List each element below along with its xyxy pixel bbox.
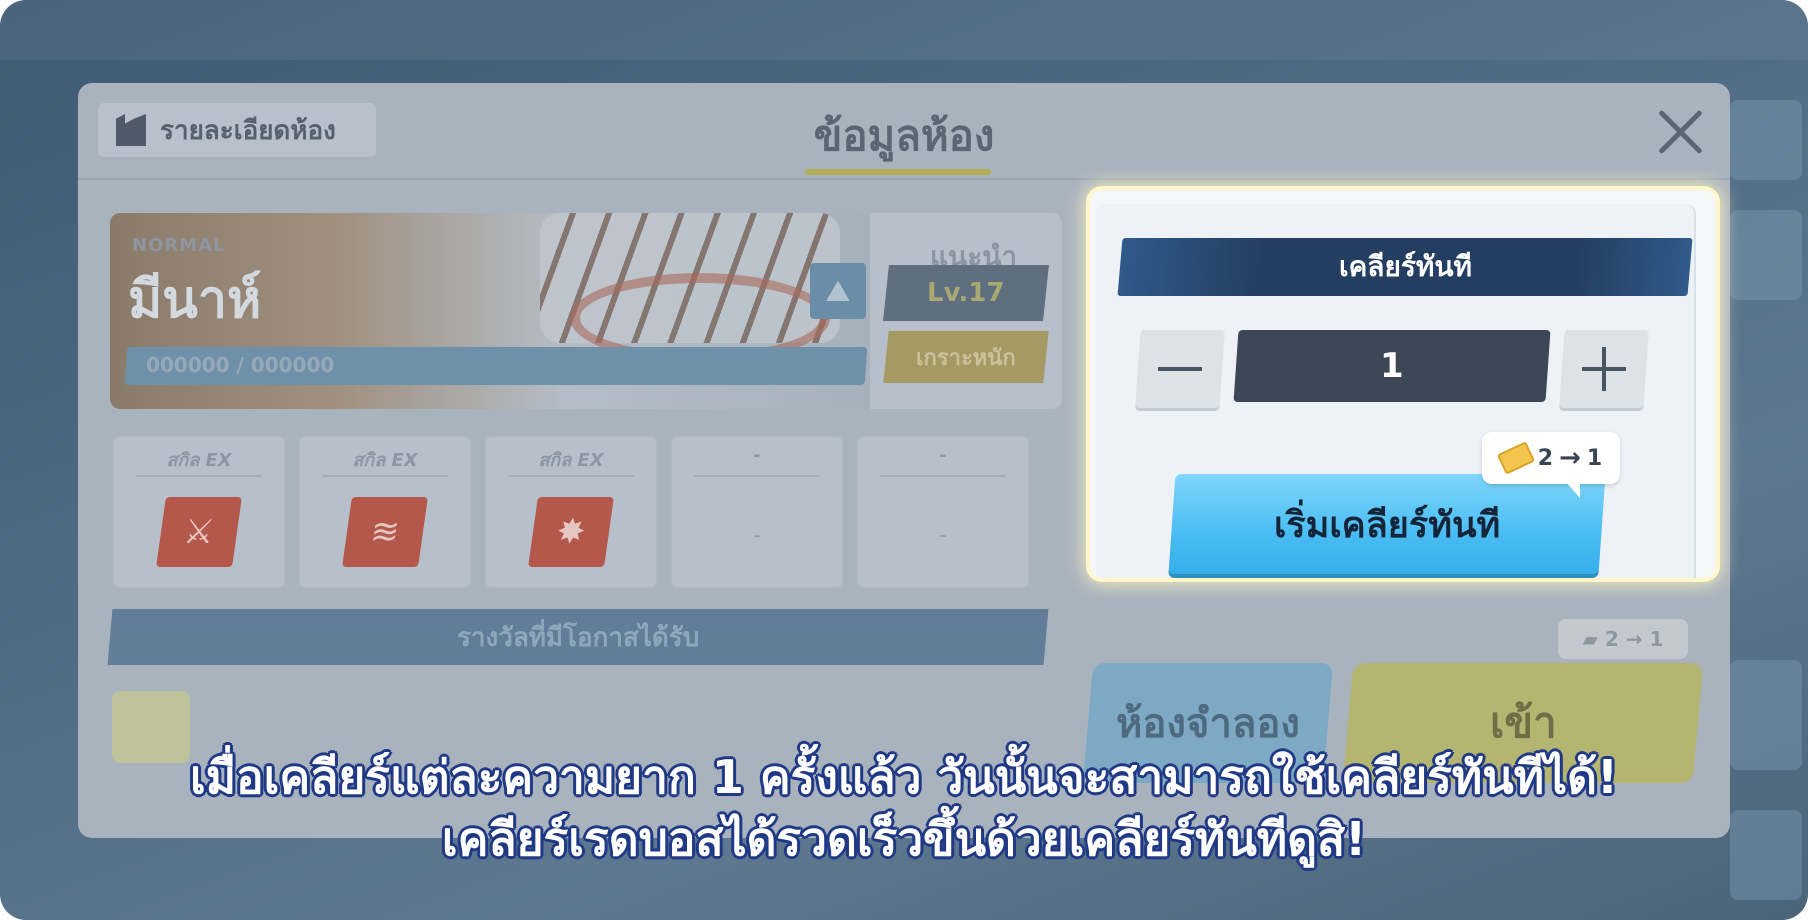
arrow-right-icon: → (1625, 627, 1643, 651)
cost-to: 1 (1586, 445, 1603, 471)
skill-divider (322, 475, 448, 477)
quick-clear-panel: เคลียร์ทันที 1 เริ่มเคลียร์ทันที 2 → 1 (1090, 190, 1716, 578)
boss-card: NORMAL มีนาห์ 000000 / 000000 ⛰ แนะนำ Lv… (110, 213, 1062, 409)
cost-from: 2 (1537, 445, 1554, 471)
title-underline (805, 169, 991, 175)
tutorial-caption: เมื่อเคลียร์แต่ละความยาก 1 ครั้งแล้ว วัน… (0, 746, 1808, 870)
skill-divider (694, 475, 820, 477)
arrow-right-icon: → (1559, 443, 1581, 473)
caption-line-2: เคลียร์เรดบอสได้รวดเร็วขึ้นด้วยเคลียร์ทั… (441, 812, 1367, 866)
difficulty-label: NORMAL (132, 235, 226, 256)
quick-clear-header: เคลียร์ทันที (1117, 238, 1693, 296)
terrain-icon[interactable]: ⛰ (810, 263, 866, 319)
skill-slot[interactable]: สกิล EX ≋ (298, 435, 472, 589)
attack-skill-icon: ⚔ (156, 497, 242, 567)
skill-slot-empty: - - (856, 435, 1030, 589)
close-icon[interactable] (1656, 107, 1706, 157)
reward-label: รางวัลที่มีโอกาสได้รับ (456, 622, 700, 653)
skill-divider (508, 475, 634, 477)
caption-line-1: เมื่อเคลียร์แต่ละความยาก 1 ครั้งแล้ว วัน… (189, 750, 1619, 804)
armor-badge: เกราะหนัก (883, 331, 1049, 383)
skill-label: - (939, 445, 947, 466)
background-tile (1730, 210, 1802, 300)
explosion-skill-icon: ✸ (528, 497, 614, 567)
armor-text: เกราะหนัก (916, 345, 1016, 371)
level-text: Lv.17 (927, 278, 1005, 308)
enter-cost-to: 1 (1649, 627, 1664, 651)
claw-skill-icon: ≋ (342, 497, 428, 567)
skill-slot[interactable]: สกิล EX ✸ (484, 435, 658, 589)
quick-clear-inner: เคลียร์ทันที 1 เริ่มเคลียร์ทันที 2 → 1 (1096, 204, 1696, 578)
background-tile (1730, 100, 1802, 180)
reward-header: รางวัลที่มีโอกาสได้รับ (107, 609, 1049, 665)
boss-hp-bar: 000000 / 000000 (124, 347, 868, 385)
skill-empty-value: - (753, 523, 761, 548)
enter-cost-bubble: ▰ 2 → 1 (1558, 619, 1688, 659)
quantity-plus-button[interactable] (1559, 330, 1649, 408)
skill-label: สกิล EX (166, 450, 232, 471)
quantity-minus-button[interactable] (1135, 330, 1225, 408)
background-top-strip (0, 0, 1808, 60)
ticket-cost-bubble: 2 → 1 (1482, 432, 1620, 498)
quick-clear-title: เคลียร์ทันที (1338, 250, 1472, 283)
quantity-value: 1 (1380, 346, 1404, 386)
level-badge: Lv.17 (883, 265, 1049, 321)
ticket-icon: ▰ (1582, 627, 1598, 651)
skill-slot[interactable]: สกิล EX ⚔ (112, 435, 286, 589)
quantity-display: 1 (1233, 330, 1551, 402)
modal-title: ข้อมูลห้อง (813, 111, 995, 160)
skill-list: สกิล EX ⚔ สกิล EX ≋ สกิล EX ✸ - - - - (112, 435, 1064, 589)
start-quick-clear-label: เริ่มเคลียร์ทันที (1273, 504, 1501, 546)
boss-hp-text: 000000 / 000000 (146, 353, 335, 377)
plus-icon-vertical (1602, 347, 1606, 391)
skill-divider (880, 475, 1006, 477)
start-quick-clear-button[interactable]: เริ่มเคลียร์ทันที (1168, 474, 1606, 574)
skill-label: - (753, 445, 761, 466)
ticket-icon (1496, 441, 1535, 475)
minus-icon (1158, 367, 1202, 371)
skill-label: สกิล EX (352, 450, 418, 471)
enter-cost-from: 2 (1604, 627, 1619, 651)
modal-header: รายละเอียดห้อง ข้อมูลห้อง (78, 83, 1730, 180)
skill-divider (136, 475, 262, 477)
boss-name: มีนาห์ (128, 270, 262, 330)
skill-slot-empty: - - (670, 435, 844, 589)
skill-empty-value: - (939, 523, 947, 548)
game-screen: รายละเอียดห้อง ข้อมูลห้อง NORMAL มีนาห์ … (0, 0, 1808, 920)
skill-label: สกิล EX (538, 450, 604, 471)
